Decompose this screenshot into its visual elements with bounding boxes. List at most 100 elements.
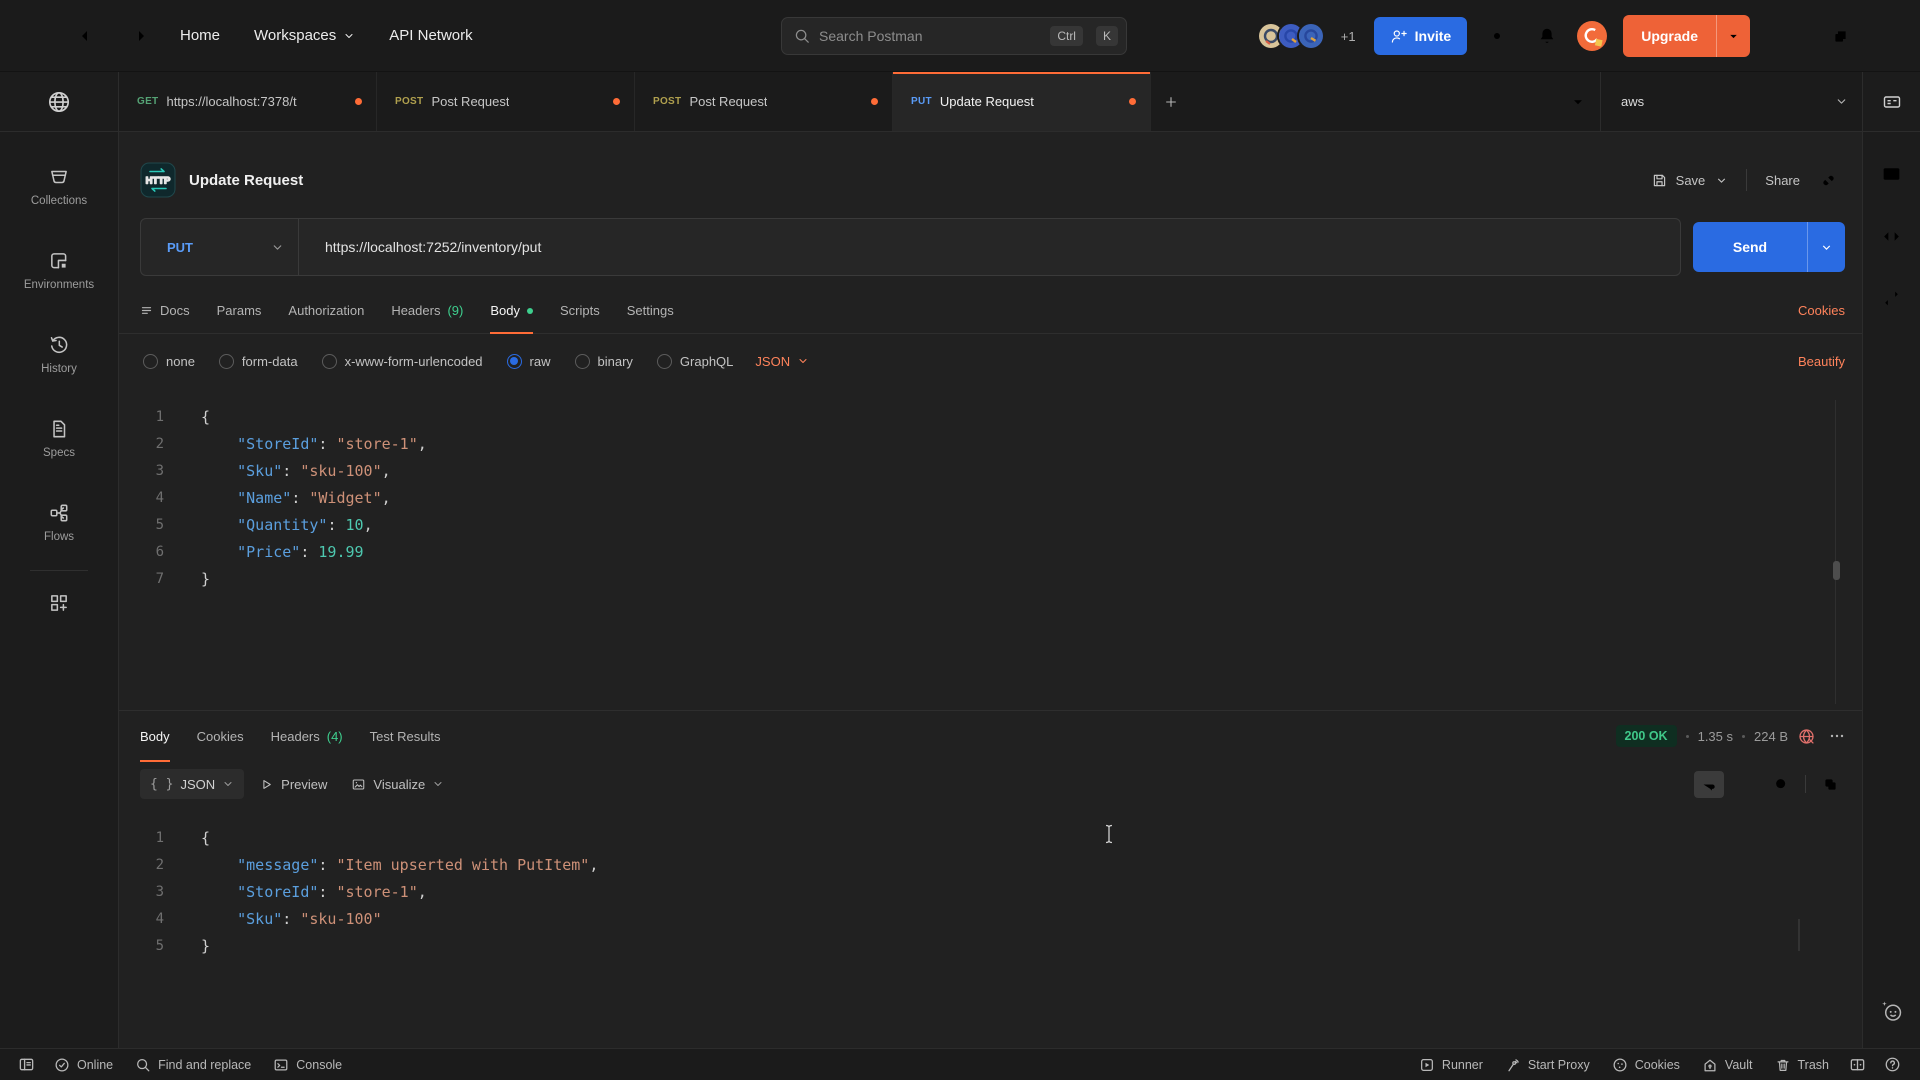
runner-button[interactable]: Runner — [1408, 1057, 1494, 1073]
more-collaborators-count[interactable]: +1 — [1341, 29, 1356, 44]
share-link-icon[interactable] — [1812, 165, 1845, 196]
cookies-link[interactable]: Cookies — [1798, 303, 1845, 318]
related-requests-icon[interactable] — [1872, 278, 1912, 318]
sidebar-item-history[interactable]: History — [0, 312, 118, 396]
nav-home[interactable]: Home — [168, 19, 232, 52]
request-body-editor[interactable]: 1{2 "StoreId": "store-1",3 "Sku": "sku-1… — [119, 394, 1862, 710]
search-icon — [794, 28, 810, 44]
response-tab-test-results[interactable]: Test Results — [370, 711, 441, 761]
editor-scroll-handle[interactable] — [1833, 561, 1840, 580]
console-button[interactable]: Console — [262, 1049, 353, 1080]
url-input[interactable] — [299, 219, 1680, 275]
request-tab-active[interactable]: PUT Update Request — [893, 72, 1151, 131]
menu-icon[interactable] — [18, 16, 58, 56]
filter-icon[interactable] — [1730, 771, 1760, 798]
mode-form-data[interactable]: form-data — [219, 354, 298, 369]
postman-account-avatar[interactable] — [1577, 21, 1607, 51]
tab-headers[interactable]: Headers(9) — [391, 288, 463, 333]
copy-response-icon[interactable] — [1815, 771, 1845, 798]
history-clock-icon — [48, 334, 70, 356]
invite-button[interactable]: Invite — [1374, 17, 1468, 55]
tab-docs[interactable]: Docs — [140, 288, 190, 333]
environment-quick-look-icon[interactable] — [1863, 72, 1920, 132]
collaborator-avatars[interactable] — [1257, 22, 1325, 50]
notifications-bell-icon[interactable] — [1527, 16, 1567, 56]
mode-urlencoded[interactable]: x-www-form-urlencoded — [322, 354, 483, 369]
editor-scroll-track[interactable] — [1835, 400, 1836, 704]
response-more-actions-icon[interactable] — [1829, 728, 1845, 744]
request-tab[interactable]: GET https://localhost:7378/t — [119, 72, 377, 131]
upgrade-dropdown-icon[interactable] — [1716, 15, 1750, 57]
search-response-icon[interactable] — [1766, 771, 1796, 798]
cookies-button[interactable]: Cookies — [1601, 1057, 1691, 1073]
window-minimize-icon[interactable] — [1774, 16, 1818, 56]
tab-body[interactable]: Body — [490, 288, 533, 333]
mode-graphql[interactable]: GraphQL — [657, 354, 733, 369]
window-restore-icon[interactable] — [1818, 16, 1862, 56]
postbot-icon[interactable] — [1879, 998, 1905, 1024]
new-tab-button[interactable] — [1151, 72, 1191, 131]
ssl-warning-globe-icon[interactable] — [1797, 727, 1816, 746]
method-selector[interactable]: PUT — [141, 219, 299, 275]
request-tab[interactable]: POST Post Request — [377, 72, 635, 131]
mode-binary[interactable]: binary — [575, 354, 633, 369]
sidebar-item-collections[interactable]: Collections — [0, 144, 118, 228]
sidebar-item-specs[interactable]: Specs — [0, 396, 118, 480]
sidebar-item-flows[interactable]: Flows — [0, 480, 118, 564]
help-button[interactable] — [1875, 1056, 1910, 1073]
status-badge[interactable]: 200 OK — [1616, 725, 1677, 747]
mode-none[interactable]: none — [143, 354, 195, 369]
tab-settings[interactable]: Settings — [627, 288, 674, 333]
beautify-link[interactable]: Beautify — [1798, 354, 1845, 369]
tab-scripts[interactable]: Scripts — [560, 288, 600, 333]
search-bar[interactable]: Ctrl K — [781, 17, 1127, 55]
sidebar-item-environments[interactable]: Environments — [0, 228, 118, 312]
visualize-button[interactable]: Visualize — [342, 769, 453, 799]
tab-authorization[interactable]: Authorization — [288, 288, 364, 333]
split-pane-button[interactable] — [1840, 1056, 1875, 1073]
search-input[interactable] — [819, 28, 1037, 44]
response-tab-cookies[interactable]: Cookies — [197, 711, 244, 761]
mode-raw[interactable]: raw — [507, 354, 551, 369]
environment-selector[interactable]: aws — [1600, 72, 1862, 131]
response-scroll-track[interactable] — [1798, 919, 1800, 951]
response-tab-headers[interactable]: Headers(4) — [271, 711, 343, 761]
sidebar-more-tools-button[interactable] — [0, 581, 118, 625]
response-format-dropdown[interactable]: { } JSON — [140, 769, 244, 799]
tab-overflow-icon[interactable] — [1556, 82, 1600, 122]
online-status[interactable]: Online — [43, 1049, 124, 1080]
request-tab[interactable]: POST Post Request — [635, 72, 893, 131]
send-dropdown-icon[interactable] — [1807, 222, 1845, 272]
vault-button[interactable]: Vault — [1691, 1057, 1764, 1073]
share-button[interactable]: Share — [1757, 166, 1808, 195]
tab-params[interactable]: Params — [217, 288, 262, 333]
raw-format-dropdown[interactable]: JSON — [755, 354, 809, 369]
preview-button[interactable]: Preview — [250, 769, 336, 799]
response-body-editor[interactable]: 1{2 "message": "Item upserted with PutIt… — [119, 807, 1862, 959]
start-proxy-button[interactable]: Start Proxy — [1494, 1057, 1601, 1073]
save-button[interactable]: Save — [1643, 165, 1714, 196]
find-and-replace-button[interactable]: Find and replace — [124, 1049, 262, 1080]
nav-api-network[interactable]: API Network — [377, 19, 484, 52]
check-circle-icon — [54, 1057, 70, 1073]
workspace-globe-icon[interactable] — [0, 72, 118, 132]
grid-plus-icon — [48, 592, 70, 614]
unsaved-dot — [1129, 98, 1136, 105]
back-icon[interactable] — [68, 16, 108, 56]
upgrade-button[interactable]: Upgrade — [1623, 15, 1750, 57]
code-snippet-icon[interactable] — [1872, 216, 1912, 256]
trash-button[interactable]: Trash — [1764, 1057, 1841, 1073]
wrap-text-icon[interactable] — [1694, 771, 1724, 798]
forward-icon[interactable] — [118, 16, 158, 56]
response-time[interactable]: 1.35 s — [1698, 729, 1733, 744]
response-size[interactable]: 224 B — [1754, 729, 1788, 744]
response-tab-body[interactable]: Body — [140, 711, 170, 761]
settings-gear-icon[interactable] — [1477, 16, 1517, 56]
send-button[interactable]: Send — [1693, 222, 1845, 272]
window-close-icon[interactable] — [1862, 16, 1906, 56]
body-mode-row: none form-data x-www-form-urlencoded raw… — [119, 334, 1862, 388]
save-dropdown-icon[interactable] — [1715, 167, 1736, 194]
nav-workspaces[interactable]: Workspaces — [242, 19, 367, 52]
comments-panel-icon[interactable] — [1872, 154, 1912, 194]
toggle-sidebar-button[interactable] — [10, 1049, 43, 1080]
